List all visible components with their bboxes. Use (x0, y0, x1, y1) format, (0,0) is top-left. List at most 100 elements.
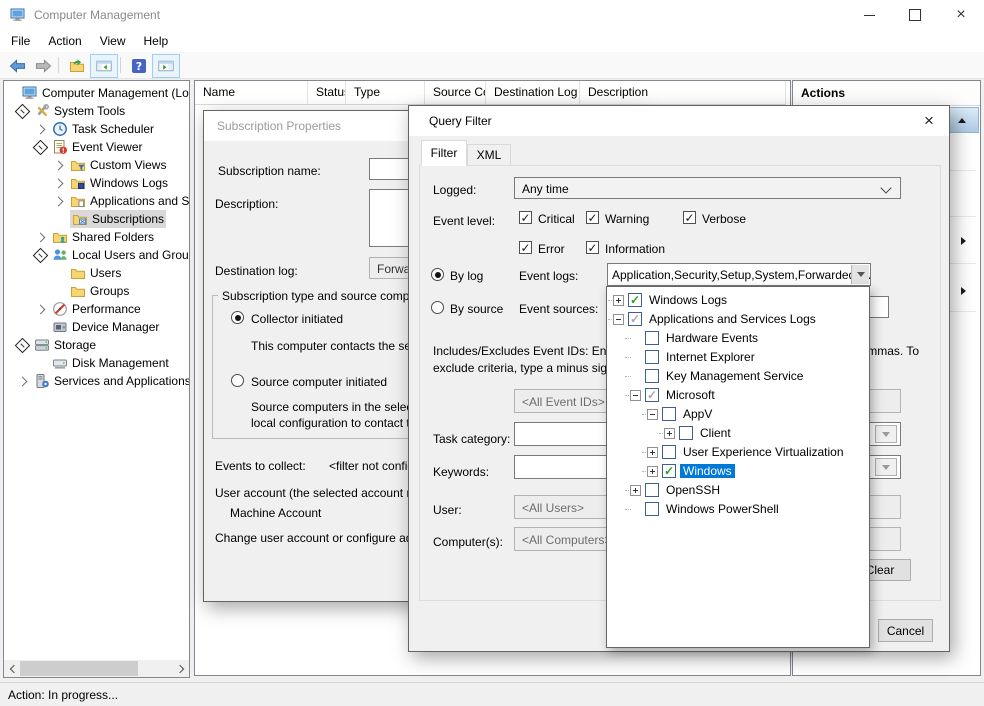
tree-item-label[interactable]: Task Scheduler (72, 122, 154, 136)
scroll-thumb[interactable] (20, 661, 138, 676)
chevron-right-icon[interactable] (53, 160, 63, 170)
tree-checkbox[interactable]: ✓ (628, 312, 642, 326)
menu-action[interactable]: Action (39, 31, 90, 51)
tree-item-storage[interactable]: Storage (4, 336, 189, 354)
tree-checkbox[interactable] (679, 426, 693, 440)
tree-item-label[interactable]: AppV (680, 407, 715, 421)
menu-file[interactable]: File (2, 31, 39, 51)
tree-item-label[interactable]: Computer Management (Local) (42, 86, 189, 100)
tree-checkbox[interactable] (645, 350, 659, 364)
collapse-minus-icon[interactable] (647, 409, 658, 420)
chevron-down-icon[interactable] (14, 338, 30, 354)
tree-checkbox[interactable] (662, 407, 676, 421)
column-header-description[interactable]: Description (580, 81, 786, 104)
dropdown-tree-item-microsoft[interactable]: ✓Microsoft (607, 386, 869, 405)
tree-item-label[interactable]: Shared Folders (72, 230, 154, 244)
scroll-left-button[interactable] (4, 660, 21, 677)
tree-item-label[interactable]: Key Management Service (663, 369, 806, 383)
submenu-arrow-icon[interactable] (961, 237, 966, 245)
tree-checkbox[interactable] (645, 331, 659, 345)
checkbox-label[interactable]: Critical (538, 212, 575, 226)
chevron-down-icon[interactable] (14, 104, 30, 120)
show-console-tree-button[interactable] (90, 54, 118, 78)
back-button[interactable] (4, 54, 30, 78)
forward-button[interactable] (30, 54, 56, 78)
menu-view[interactable]: View (91, 31, 135, 51)
tree-item-local-users-and-groups[interactable]: Local Users and Groups (4, 246, 189, 264)
tree-item-label[interactable]: Performance (72, 302, 141, 316)
checkbox-label[interactable]: Information (605, 242, 665, 256)
tree-item-label[interactable]: Groups (90, 284, 129, 298)
dropdown-tree-item-applications-and-services-logs[interactable]: ✓ Applications and Services Logs (607, 310, 869, 329)
logged-combo[interactable]: Any time (514, 177, 901, 199)
tree-item-label[interactable]: Subscriptions (92, 212, 164, 226)
chevron-right-icon[interactable] (35, 232, 45, 242)
tree-item-groups[interactable]: Groups (4, 282, 189, 300)
event-logs-combo[interactable]: Application,Security,Setup,System,Forwar… (607, 263, 871, 286)
tree-item-label[interactable]: Windows PowerShell (663, 502, 782, 516)
tree-checkbox[interactable]: ✓ (662, 464, 676, 478)
tree-item-custom-views[interactable]: Custom Views (4, 156, 189, 174)
column-header-source-co[interactable]: Source Co... (425, 81, 486, 104)
tree-checkbox[interactable]: ✓ (628, 293, 642, 307)
tree-item-label[interactable]: Windows Logs (90, 176, 168, 190)
by-source-label[interactable]: By source (450, 302, 503, 316)
column-header-type[interactable]: Type (346, 81, 425, 104)
tree-item-performance[interactable]: Performance (4, 300, 189, 318)
by-log-radio[interactable] (431, 268, 444, 281)
checkbox-label[interactable]: Warning (605, 212, 649, 226)
tree-checkbox[interactable]: ✓ (645, 388, 659, 402)
tree-item-label[interactable]: Disk Management (72, 356, 169, 370)
tree-item-label[interactable]: OpenSSH (663, 483, 723, 497)
chevron-right-icon[interactable] (35, 304, 45, 314)
tree-checkbox[interactable] (645, 483, 659, 497)
tree-item-applications-and-services-logs[interactable]: Applications and Services Logs (4, 192, 189, 210)
tree-item-system-tools[interactable]: System Tools (4, 102, 189, 120)
tree-item-computer-management-local[interactable]: Computer Management (Local) (4, 84, 189, 102)
tree-item-device-manager[interactable]: Device Manager (4, 318, 189, 336)
tree-item-task-scheduler[interactable]: Task Scheduler (4, 120, 189, 138)
close-button[interactable]: × (938, 0, 984, 30)
menu-help[interactable]: Help (135, 31, 178, 51)
tree-item-subscriptions[interactable]: Subscriptions (4, 210, 189, 228)
tree-item-label[interactable]: System Tools (54, 104, 125, 118)
dropdown-tree-item-user-experience-virtualization[interactable]: User Experience Virtualization (607, 443, 869, 462)
tree-checkbox[interactable] (662, 445, 676, 459)
column-header-destination-log[interactable]: Destination Log (486, 81, 580, 104)
help-button[interactable]: ? (126, 54, 152, 78)
column-header-status[interactable]: Status (308, 81, 346, 104)
expand-plus-icon[interactable] (664, 428, 675, 439)
dropdown-tree-item-client[interactable]: Client (607, 424, 869, 443)
source-initiated-radio[interactable] (231, 374, 244, 387)
chevron-down-icon[interactable] (32, 140, 48, 156)
tree-item-label[interactable]: Applications and Services Logs (646, 312, 819, 326)
dropdown-tree-item-windows-logs[interactable]: ✓ Windows Logs (607, 291, 869, 310)
source-initiated-label[interactable]: Source computer initiated (251, 375, 387, 389)
by-log-label[interactable]: By log (450, 269, 483, 283)
tree-item-label[interactable]: Client (697, 426, 734, 440)
dropdown-tree-item-hardware-events[interactable]: Hardware Events (607, 329, 869, 348)
expand-plus-icon[interactable] (630, 485, 641, 496)
tree-item-label[interactable]: Services and Applications (54, 374, 189, 388)
collapse-minus-icon[interactable] (613, 314, 624, 325)
tree-horizontal-scrollbar[interactable] (4, 660, 189, 677)
collector-initiated-radio[interactable] (231, 311, 244, 324)
dropdown-tree-item-windows[interactable]: ✓Windows (607, 462, 869, 481)
checkbox-verbose[interactable]: ✓ (683, 211, 696, 224)
tree-item-services-and-applications[interactable]: Services and Applications (4, 372, 189, 390)
checkbox-critical[interactable]: ✓ (519, 211, 532, 224)
tree-item-label[interactable]: User Experience Virtualization (680, 445, 847, 459)
chevron-right-icon[interactable] (53, 196, 63, 206)
chevron-right-icon[interactable] (35, 124, 45, 134)
tree-item-label[interactable]: Custom Views (90, 158, 166, 172)
scroll-right-button[interactable] (172, 660, 189, 677)
tree-checkbox[interactable] (645, 502, 659, 516)
tree-item-disk-management[interactable]: Disk Management (4, 354, 189, 372)
tree-item-label[interactable]: Users (90, 266, 121, 280)
expand-plus-icon[interactable] (613, 295, 624, 306)
collector-initiated-label[interactable]: Collector initiated (251, 312, 343, 326)
collapse-minus-icon[interactable] (630, 390, 641, 401)
tree-item-label[interactable]: Event Viewer (72, 140, 142, 154)
tree-item-label[interactable]: Internet Explorer (663, 350, 758, 364)
tree-item-label[interactable]: Windows Logs (646, 293, 730, 307)
